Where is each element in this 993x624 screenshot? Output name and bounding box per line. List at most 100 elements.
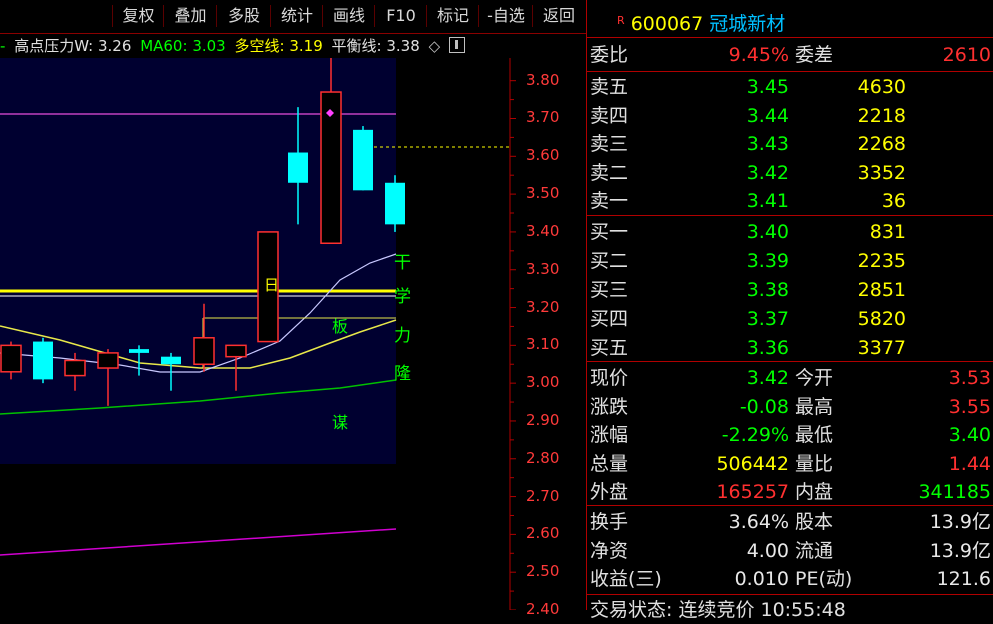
axis-label-10: 2.80 bbox=[526, 448, 560, 467]
sell-label: 卖四 bbox=[590, 104, 629, 127]
candle-body bbox=[33, 341, 53, 380]
candle-body bbox=[385, 182, 405, 225]
indicator-bar: - 高点压力W: 3.26 MA60: 3.03 多空线: 3.19 平衡线: … bbox=[0, 34, 510, 58]
toolbar-button-8[interactable]: 返回 bbox=[532, 5, 585, 27]
buy-price: 3.37 bbox=[746, 308, 789, 330]
sell-price: 3.42 bbox=[746, 161, 789, 184]
stat-label: 涨跌 bbox=[590, 395, 629, 418]
buy-volume: 3377 bbox=[857, 337, 906, 359]
balance-label: 平衡线: bbox=[331, 37, 382, 55]
stat-label: 内盘 bbox=[795, 481, 834, 503]
sell-label: 卖三 bbox=[590, 133, 629, 155]
axis-label-14: 2.40 bbox=[526, 600, 560, 618]
axis-label-3: 3.50 bbox=[526, 184, 560, 203]
axis-label-11: 2.70 bbox=[526, 486, 560, 505]
diamond-icon[interactable]: ◇ bbox=[429, 37, 441, 55]
axis-label-13: 2.50 bbox=[526, 562, 560, 581]
buy-label: 买二 bbox=[590, 250, 629, 272]
toolbar-button-7[interactable]: -自选 bbox=[478, 5, 533, 27]
toolbar-button-2[interactable]: 多股 bbox=[216, 5, 271, 27]
divider bbox=[587, 215, 993, 216]
sell-volume: 2268 bbox=[857, 133, 906, 155]
axis-label-12: 2.60 bbox=[526, 524, 560, 543]
toolbar-button-5[interactable]: F10 bbox=[374, 5, 427, 27]
weibi-label: 委比 bbox=[590, 44, 629, 66]
vertical-char-4: 隆 bbox=[394, 364, 411, 384]
stat-label: 外盘 bbox=[590, 481, 629, 503]
axis-label-0: 3.80 bbox=[526, 70, 560, 89]
stock-code: 600067 bbox=[630, 13, 704, 35]
sell-price: 3.43 bbox=[746, 133, 789, 155]
trade-status: 交易状态: 连续竞价 10:55:48 bbox=[590, 599, 846, 621]
candle-body bbox=[225, 344, 247, 358]
divider bbox=[587, 505, 993, 506]
buy-label: 买四 bbox=[590, 308, 629, 330]
buy-label: 买一 bbox=[590, 221, 629, 243]
vertical-char-2: 学 bbox=[394, 287, 411, 307]
buy-price: 3.36 bbox=[746, 337, 789, 359]
vertical-char-3: 力 bbox=[394, 326, 411, 346]
toolbar-button-3[interactable]: 统计 bbox=[270, 5, 323, 27]
candle-body bbox=[129, 349, 149, 353]
stat-value: -2.29% bbox=[721, 424, 789, 446]
fund-value: 13.9亿 bbox=[929, 511, 991, 533]
stat-value: -0.08 bbox=[739, 395, 789, 418]
balance-value: 3.38 bbox=[386, 37, 420, 55]
stat-label: 今开 bbox=[795, 367, 834, 389]
stat-value: 3.40 bbox=[948, 424, 991, 446]
candle-body bbox=[161, 356, 181, 365]
plan-char: 谋 bbox=[332, 413, 348, 432]
buy-volume: 831 bbox=[869, 221, 906, 243]
weicha-value: 2610 bbox=[942, 44, 991, 66]
indicator-prefix: - bbox=[0, 37, 6, 55]
stat-label: 量比 bbox=[795, 452, 834, 475]
fund-label: 股本 bbox=[795, 511, 834, 533]
stat-value: 341185 bbox=[918, 481, 991, 503]
stat-label: 最低 bbox=[795, 424, 834, 446]
sell-label: 卖五 bbox=[590, 76, 629, 98]
fund-label: 净资 bbox=[590, 539, 629, 562]
high-pressure-value: 3.26 bbox=[98, 37, 132, 55]
candle-body bbox=[97, 352, 119, 369]
candle-body bbox=[64, 359, 86, 377]
lower-magenta-line bbox=[0, 528, 397, 556]
axis-label-7: 3.10 bbox=[526, 335, 560, 354]
stat-value: 165257 bbox=[716, 481, 789, 503]
buy-price: 3.38 bbox=[746, 279, 789, 301]
chart-toolbar: 复权 叠加 多股 统计 画线 F10 标记 -自选 返回 bbox=[0, 0, 586, 34]
buy-label: 买三 bbox=[590, 279, 629, 301]
divider bbox=[587, 37, 993, 38]
stat-label: 现价 bbox=[590, 367, 629, 389]
toolbar-button-1[interactable]: 叠加 bbox=[163, 5, 217, 27]
stat-value: 1.44 bbox=[948, 452, 991, 475]
toolbar-button-6[interactable]: 标记 bbox=[426, 5, 479, 27]
tag-badge: R bbox=[617, 14, 625, 27]
weibi-value: 9.45% bbox=[728, 44, 789, 66]
weicha-label: 委差 bbox=[795, 44, 834, 66]
sell-volume: 3352 bbox=[857, 161, 906, 184]
axis-label-2: 3.60 bbox=[526, 146, 560, 165]
fund-value: 0.010 bbox=[734, 568, 789, 590]
stock-header[interactable]: R 600067 冠城新材 bbox=[617, 7, 785, 38]
sell-volume: 36 bbox=[881, 190, 906, 212]
stat-label: 涨幅 bbox=[590, 424, 629, 446]
expand-icon[interactable] bbox=[448, 37, 465, 53]
ma60-value: 3.03 bbox=[192, 37, 226, 55]
candle-body bbox=[0, 344, 22, 373]
stat-value: 506442 bbox=[716, 452, 789, 475]
kline-chart[interactable]: 日 干 学 力 隆 板 谋 bbox=[0, 58, 586, 610]
stat-label: 总量 bbox=[590, 452, 629, 475]
toolbar-button-0[interactable]: 复权 bbox=[112, 5, 164, 27]
candle-body bbox=[353, 129, 373, 191]
buy-volume: 5820 bbox=[857, 308, 906, 330]
fund-label: 换手 bbox=[590, 511, 629, 533]
vertical-char-1: 干 bbox=[394, 253, 411, 273]
candle-body bbox=[193, 337, 215, 365]
buy-price: 3.40 bbox=[746, 221, 789, 243]
sell-price: 3.41 bbox=[746, 190, 789, 212]
quote-panel: R 600067 冠城新材 委比 9.45% 委差 2610 卖五 3.45 463… bbox=[586, 0, 993, 621]
toolbar-button-4[interactable]: 画线 bbox=[322, 5, 375, 27]
sell-volume: 4630 bbox=[857, 76, 906, 98]
fund-label: PE(动) bbox=[795, 568, 853, 590]
axis-label-6: 3.20 bbox=[526, 297, 560, 316]
